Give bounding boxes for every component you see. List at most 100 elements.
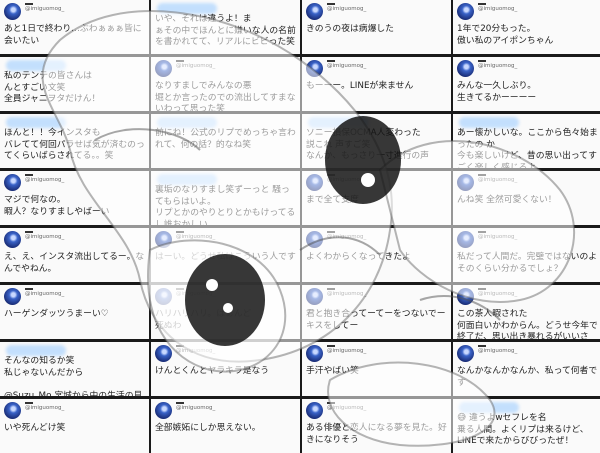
avatar xyxy=(306,60,323,77)
tweet-card: ほんと！！今インスタも バレてて何回パラせば気が済むのってくらいばらされてる。。… xyxy=(0,114,149,168)
tweet-text: 😅 違うよwセフレを名 乗る人間。よくリプは来るけど、 LINEで来たからびびっ… xyxy=(457,413,589,446)
avatar xyxy=(306,402,323,419)
tweet-card: @imiguomog_ もーーー。LINEが来ません xyxy=(302,57,451,111)
tweet-text: ハリハリハリ。はぁんど 死ぬわ xyxy=(155,309,252,331)
tweet-card: @imiguomog_ ある俳優と恋人になる夢を見た。好きになりそう xyxy=(302,399,451,453)
tweet-card: ソニー損保OCMA人変わった 説これ 声すご笑 なんか、もっさり一寸進行の声 xyxy=(302,114,451,168)
tweet-card: @imiguomog_ はーい。どうせ私はこういう人です xyxy=(151,228,300,282)
tweet-text: けんとくんとヤラキラ是なう xyxy=(155,366,270,376)
tweet-text: あー懐かしいな。ここから色々始まったの か 今も楽しいけど、昔の思い出ってすごく… xyxy=(457,128,598,168)
tweet-text: ソニー損保OCMA人変わった 説これ 声すご笑 なんか、もっさり一寸進行の声 xyxy=(306,128,429,161)
user-handle: @imiguomog_ xyxy=(176,60,215,69)
avatar xyxy=(4,288,21,305)
user-handle: @imiguomog_ xyxy=(478,60,517,69)
screenshot-collage: @imiguomog_ あと1日で終わり…ぶわぁぁぁ皆に会いたい いや、それは違うよ… xyxy=(0,0,600,453)
tweet-card: あー懐かしいな。ここから色々始まったの か 今も楽しいけど、昔の思い出ってすごく… xyxy=(453,114,600,168)
avatar xyxy=(306,288,323,305)
user-handle: @imiguomog_ xyxy=(176,231,215,240)
tweet-text: そんなの知るか笑 私じゃないんだから @Suzu_Mo 宮城から中の生活の見方で… xyxy=(4,356,143,396)
user-handle: @imiguomog_ xyxy=(25,402,64,411)
blurred-name xyxy=(6,60,66,71)
blurred-name xyxy=(157,174,217,185)
tweet-card: @imiguomog_ ハリハリハリ。はぁんど 死ぬわ xyxy=(151,285,300,339)
blurred-name xyxy=(6,117,66,128)
tweet-text: 君と抱き合ってーてーをつないでーキスをしてー xyxy=(306,309,446,331)
tweet-card: @imiguomog_ 君と抱き合ってーてーをつないでーキスをしてー xyxy=(302,285,451,339)
user-handle: @imiguomog_ xyxy=(25,174,64,183)
avatar xyxy=(4,231,21,248)
tweet-text: この茶人暇された 何面白いかわからん。どうせ今年で終了だ、思い出き暴れるがいいさ xyxy=(457,309,598,339)
avatar xyxy=(155,345,172,362)
avatar xyxy=(155,402,172,419)
tweet-text: マジで何なの。 暇人？なりすましやばーい xyxy=(4,195,110,217)
blurred-name xyxy=(459,117,519,128)
tweet-text: え、え、インスタ流出してるー。なんでやねん。 xyxy=(4,252,145,274)
avatar xyxy=(306,3,323,20)
user-handle: @imiguomog_ xyxy=(478,174,517,183)
tweet-text: ある俳優と恋人になる夢を見た。好きになりそう xyxy=(306,423,447,445)
tweet-text: 全部嫉妬にしか思えない。 xyxy=(155,423,261,433)
tweet-card: 😅 違うよwセフレを名 乗る人間。よくリプは来るけど、 LINEで来たからびびっ… xyxy=(453,399,600,453)
tweet-text: なんかなんかなんか、私って何者です xyxy=(457,366,598,388)
avatar xyxy=(306,174,323,191)
user-handle: @imiguomog_ xyxy=(478,3,517,12)
user-handle: @imiguomog_ xyxy=(327,3,366,12)
tweet-card: @imiguomog_ マジで何なの。 暇人？なりすましやばーい xyxy=(0,171,149,225)
user-handle: @imiguomog_ xyxy=(176,288,215,297)
tweet-text: もーーー。LINEが来ません xyxy=(306,81,414,91)
user-handle: @imiguomog_ xyxy=(478,345,517,354)
tweet-text: 私だって人間だ。完璧ではないのよ そのくらい分かるでしょ？ xyxy=(457,252,598,274)
avatar xyxy=(155,60,172,77)
avatar xyxy=(4,402,21,419)
blurred-name xyxy=(308,117,368,128)
user-handle: @imiguomog_ xyxy=(327,288,366,297)
tweet-text: んね笑 全然可愛くない！ xyxy=(457,195,557,205)
tweet-text: ほんと！！今インスタも バレてて何回パラせば気が済むのってくらいばらされてる。。… xyxy=(4,128,145,161)
tweet-card: いや、それは違うよ！ま ぁその中でほんとに嫌いな人の名前 を書かれてて、リアルに… xyxy=(151,0,300,54)
tweet-card: 前にね！公式のリプでめっちゃ言われて、何の話？的なね笑 xyxy=(151,114,300,168)
avatar xyxy=(155,231,172,248)
tweet-card: @imiguomog_ いや死んどけ笑 xyxy=(0,399,149,453)
tweet-text: いや死んどけ笑 xyxy=(4,423,66,433)
avatar xyxy=(457,174,474,191)
avatar xyxy=(4,3,21,20)
tweet-text: きのうの夜は病爆した xyxy=(306,24,394,34)
tweet-text: まで全て支度 xyxy=(306,195,359,205)
tweet-card: @imiguomog_ 私だって人間だ。完璧ではないのよ そのくらい分かるでしょ？ xyxy=(453,228,600,282)
tweet-text: 手汗やばい笑 xyxy=(306,366,359,376)
tweet-card: @imiguomog_ あと1日で終わり…ぶわぁぁぁ皆に会いたい xyxy=(0,0,149,54)
avatar xyxy=(457,231,474,248)
user-handle: @imiguomog_ xyxy=(478,231,517,240)
user-handle: @imiguomog_ xyxy=(327,345,366,354)
tweet-card: @imiguomog_ ハーゲンダッツうまーい♡ xyxy=(0,285,149,339)
avatar xyxy=(457,288,474,305)
tweet-text: 私のテンテの皆さんは んとすごい文笑 全員ジャニヲタだけん！ xyxy=(4,71,101,104)
tweet-text: 1年で20分もった。 傲い私のアイポンちゃん xyxy=(457,24,554,46)
tweet-card: 私のテンテの皆さんは んとすごい文笑 全員ジャニヲタだけん！ xyxy=(0,57,149,111)
tweet-card: そんなの知るか笑 私じゃないんだから @Suzu_Mo 宮城から中の生活の見方で… xyxy=(0,342,149,396)
blurred-name xyxy=(459,402,519,413)
user-handle: @imiguomog_ xyxy=(327,231,366,240)
tweet-card: @imiguomog_ なんかなんかなんか、私って何者です xyxy=(453,342,600,396)
blurred-name xyxy=(6,345,66,356)
user-handle: @imiguomog_ xyxy=(176,345,215,354)
avatar xyxy=(306,231,323,248)
blurred-name xyxy=(157,3,217,14)
user-handle: @imiguomog_ xyxy=(176,402,215,411)
avatar xyxy=(457,60,474,77)
avatar xyxy=(306,345,323,362)
avatar xyxy=(4,174,21,191)
tweet-text: よくわからくなってきたよ xyxy=(306,252,411,262)
tweet-card: @imiguomog_ みんな一久しぶり。 生きてるかーーーー xyxy=(453,57,600,111)
tweet-card: @imiguomog_ 1年で20分もった。 傲い私のアイポンちゃん xyxy=(453,0,600,54)
tweet-card: @imiguomog_ まで全て支度 xyxy=(302,171,451,225)
tweet-card: @imiguomog_ んね笑 全然可愛くない！ xyxy=(453,171,600,225)
tweet-text: 前にね！公式のリプでめっちゃ言われて、何の話？的なね笑 xyxy=(155,128,296,150)
user-handle: @imiguomog_ xyxy=(25,3,64,12)
user-handle: @imiguomog_ xyxy=(327,60,366,69)
tweet-text: あと1日で終わり…ぶわぁぁぁ皆に会いたい xyxy=(4,24,142,46)
tweet-card: 裏垢のなりすまし笑ずーっと 騒ってもらはいよ。 リプとかのやりとりとかもけってる… xyxy=(151,171,300,225)
tweet-text: いや、それは違うよ！ま ぁその中でほんとに嫌いな人の名前 を書かれてて、リアルに… xyxy=(155,14,296,47)
tweet-card: @imiguomog_ この茶人暇された 何面白いかわからん。どうせ今年で終了だ、… xyxy=(453,285,600,339)
user-handle: @imiguomog_ xyxy=(25,288,64,297)
